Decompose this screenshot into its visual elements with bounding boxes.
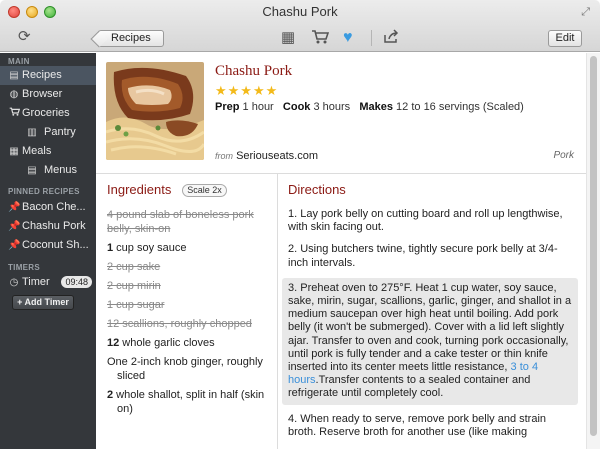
app-window: Chashu Pork ⤢ ⟳ Recipes ▦ ♥ Edit MAIN ▤ … xyxy=(0,0,600,449)
pin-icon: 📌 xyxy=(8,221,21,232)
ingredient-item[interactable]: 4 pound slab of boneless pork belly, ski… xyxy=(107,208,272,236)
ingredient-qty: 12 xyxy=(107,337,120,349)
pinned-recipe-label: Bacon Che... xyxy=(22,201,86,213)
sidebar-item-label: Browser xyxy=(22,88,63,100)
column-divider xyxy=(277,174,278,449)
timer-item[interactable]: ◷ Timer 09:48 xyxy=(0,273,96,292)
ingredient-text: whole garlic cloves xyxy=(119,337,215,349)
menu-icon: ▤ xyxy=(27,165,37,176)
pinned-recipe-coconut[interactable]: 📌 Coconut Sh... xyxy=(0,236,96,255)
direction-step[interactable]: 1. Lay pork belly on cutting board and r… xyxy=(282,207,578,235)
section-divider xyxy=(96,173,586,174)
edit-button[interactable]: Edit xyxy=(548,30,582,47)
ingredients-heading: Ingredients xyxy=(107,182,172,197)
step-text: .Transfer contents to a sealed container… xyxy=(288,374,531,400)
pinned-recipe-chashu[interactable]: 📌 Chashu Pork xyxy=(0,217,96,236)
sidebar-item-pantry[interactable]: ▥ Pantry xyxy=(0,123,96,142)
toolbar-divider xyxy=(371,30,372,46)
ingredient-text: cup soy sauce xyxy=(113,242,187,254)
sync-icon[interactable]: ⟳ xyxy=(18,29,31,45)
scrollbar-thumb[interactable] xyxy=(590,56,597,436)
ingredient-item[interactable]: 1 cup sugar xyxy=(107,298,272,312)
sidebar-item-recipes[interactable]: ▤ Recipes xyxy=(0,66,96,85)
sidebar: MAIN ▤ Recipes ◍ Browser Groceries ▥ Pan… xyxy=(0,53,96,449)
sidebar-heading-timers: TIMERS xyxy=(8,263,41,272)
ingredient-item[interactable]: 1 cup soy sauce xyxy=(107,241,272,255)
cart-icon[interactable] xyxy=(311,29,330,48)
direction-step[interactable]: 2. Using butchers twine, tightly secure … xyxy=(282,242,578,270)
sidebar-heading-main: MAIN xyxy=(8,57,30,66)
direction-step-highlighted[interactable]: 3. Preheat oven to 275°F. Heat 1 cup wat… xyxy=(282,277,578,405)
makes-label: Makes xyxy=(359,101,393,113)
ingredient-item[interactable]: 12 scallions, roughly chopped xyxy=(107,317,272,331)
ingredient-item[interactable]: 2 cup sake xyxy=(107,260,272,274)
recipes-icon: ▤ xyxy=(9,70,19,81)
vertical-scrollbar[interactable] xyxy=(586,53,600,449)
pantry-icon: ▥ xyxy=(27,127,37,138)
window-title: Chashu Pork xyxy=(262,4,338,19)
cook-value: 3 hours xyxy=(313,101,351,113)
back-button-label: Recipes xyxy=(111,32,151,44)
pinned-recipe-label: Chashu Pork xyxy=(22,220,86,232)
recipe-photo xyxy=(106,62,204,160)
recipe-title: Chashu Pork xyxy=(215,63,293,79)
calendar-icon: ▦ xyxy=(9,146,19,157)
add-timer-button[interactable]: + Add Timer xyxy=(12,295,74,310)
sidebar-item-label: Menus xyxy=(44,164,78,176)
direction-list: 1. Lay pork belly on cutting board and r… xyxy=(282,207,578,447)
rating-stars[interactable]: ★★★★★ xyxy=(215,83,278,99)
directions-heading: Directions xyxy=(288,182,346,197)
share-icon[interactable] xyxy=(383,29,400,48)
ingredient-item[interactable]: 2 whole shallot, split in half (skin on) xyxy=(107,388,272,416)
sidebar-item-label: Groceries xyxy=(22,107,70,119)
heart-icon[interactable]: ♥ xyxy=(343,29,353,46)
calendar-icon[interactable]: ▦ xyxy=(281,29,295,46)
ingredient-text: whole shallot, split in half (skin on) xyxy=(113,389,265,415)
recipe-source[interactable]: from Seriouseats.com xyxy=(215,150,318,162)
sidebar-item-label: Recipes xyxy=(22,69,62,81)
scale-button[interactable]: Scale 2x xyxy=(182,184,227,197)
timer-label: Timer xyxy=(22,276,50,288)
clock-icon: ◷ xyxy=(9,277,19,288)
sidebar-item-label: Pantry xyxy=(44,126,76,138)
prep-label: Prep xyxy=(215,101,240,113)
ingredient-item[interactable]: One 2-inch knob ginger, roughly sliced xyxy=(107,355,272,383)
makes-value: 12 to 16 servings (Scaled) xyxy=(396,101,524,113)
sidebar-item-label: Meals xyxy=(22,145,52,157)
cook-label: Cook xyxy=(282,101,311,113)
globe-icon: ◍ xyxy=(9,89,19,100)
cart-icon xyxy=(8,104,20,123)
source-prefix: from xyxy=(215,151,233,161)
sidebar-item-browser[interactable]: ◍ Browser xyxy=(0,85,96,104)
sidebar-heading-pinned: PINNED RECIPES xyxy=(8,187,80,196)
sidebar-item-meals[interactable]: ▦ Meals xyxy=(0,142,96,161)
fullscreen-icon[interactable]: ⤢ xyxy=(581,6,590,19)
back-to-recipes-button[interactable]: Recipes xyxy=(98,30,164,47)
ingredient-item[interactable]: 12 whole garlic cloves xyxy=(107,336,272,350)
recipe-category: Pork xyxy=(553,150,574,161)
source-name: Seriouseats.com xyxy=(236,150,318,162)
prep-value: 1 hour xyxy=(242,101,274,113)
step-text: 3. Preheat oven to 275°F. Heat 1 cup wat… xyxy=(288,281,572,374)
timer-countdown-badge: 09:48 xyxy=(61,276,92,288)
pinned-recipe-label: Coconut Sh... xyxy=(22,239,89,251)
recipe-detail: Chashu Pork ★★★★★ Prep 1 hour Cook 3 hou… xyxy=(96,53,586,449)
direction-step[interactable]: 4. When ready to serve, remove pork bell… xyxy=(282,412,578,440)
pin-icon: 📌 xyxy=(8,240,21,251)
pin-icon: 📌 xyxy=(8,202,21,213)
ingredient-list: 4 pound slab of boneless pork belly, ski… xyxy=(107,208,272,421)
sidebar-item-menus[interactable]: ▤ Menus xyxy=(0,161,96,180)
sidebar-item-groceries[interactable]: Groceries xyxy=(0,104,96,123)
pinned-recipe-bacon[interactable]: 📌 Bacon Che... xyxy=(0,198,96,217)
recipe-meta: Prep 1 hour Cook 3 hours Makes 12 to 16 … xyxy=(215,101,524,113)
ingredient-item[interactable]: 2 cup mirin xyxy=(107,279,272,293)
title-bar: Chashu Pork ⤢ ⟳ Recipes ▦ ♥ Edit xyxy=(0,0,600,52)
